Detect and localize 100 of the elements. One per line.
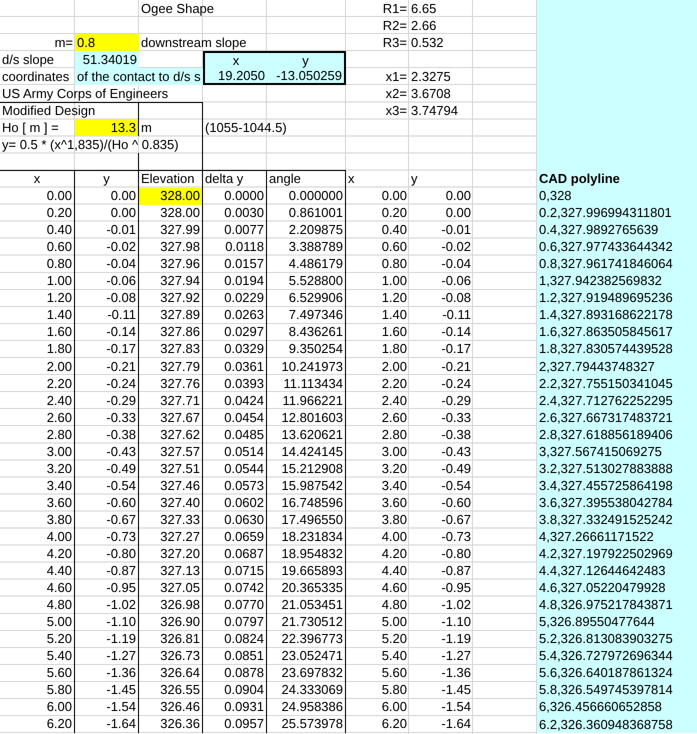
table-cell-text: -0.80 bbox=[440, 546, 472, 563]
table-cell-text: 3.40 bbox=[380, 477, 408, 494]
table-cell: -0.87 bbox=[75, 562, 139, 580]
polyline-cell-text: 0.6,327.977433644342 bbox=[538, 238, 674, 256]
polyline-cell-text: 4.2,327.197922502969 bbox=[538, 546, 674, 563]
table-cell: 326.81 bbox=[139, 630, 203, 648]
table-cell: 326.90 bbox=[139, 614, 203, 631]
table-cell-text: 0.00 bbox=[444, 188, 472, 205]
table-cell-text: -0.02 bbox=[440, 238, 472, 256]
label-text: coordinates bbox=[1, 68, 70, 86]
table-cell-text: 2.00 bbox=[380, 358, 408, 376]
table-cell-text: 2.60 bbox=[380, 409, 408, 426]
column-header: delta y bbox=[203, 170, 267, 188]
table-cell: 6.00 bbox=[0, 698, 75, 716]
table-cell-text: 6.00 bbox=[380, 698, 408, 716]
table-cell-text: -0.04 bbox=[440, 256, 472, 273]
table-cell-text: -0.17 bbox=[440, 340, 472, 358]
table-cell: 327.94 bbox=[139, 272, 203, 290]
table-cell: 0.0770 bbox=[203, 596, 267, 614]
table-cell-text: -1.54 bbox=[440, 698, 472, 716]
polyline-cell-text: 3.6,327.395538042784 bbox=[538, 494, 674, 512]
table-cell-text: 3.80 bbox=[380, 511, 408, 528]
table-cell: 4.40 bbox=[0, 562, 75, 580]
table-cell-text: -1.10 bbox=[440, 614, 472, 631]
polyline-cell-text: 1.6,327.863505845617 bbox=[538, 324, 674, 341]
table-cell: -0.02 bbox=[75, 238, 139, 256]
polyline-cell-text: 0.4,327.9892765639 bbox=[538, 222, 660, 239]
table-cell: 0.0361 bbox=[203, 358, 267, 376]
table-cell: 0.40 bbox=[0, 222, 75, 239]
table-cell-text: -1.27 bbox=[440, 648, 472, 665]
table-cell: 4.486179 bbox=[267, 256, 346, 273]
table-cell: 0.0030 bbox=[203, 204, 267, 222]
table-cell-text: -0.38 bbox=[440, 426, 472, 444]
table-cell: -1.10 bbox=[75, 614, 139, 631]
table-cell: 4.80 bbox=[0, 596, 75, 614]
table-cell: 328.00 bbox=[139, 188, 203, 205]
table-cell-text: 3.60 bbox=[380, 494, 408, 512]
table-cell: 19.665893 bbox=[267, 562, 346, 580]
column-header: y bbox=[75, 170, 139, 188]
table-cell: 24.333069 bbox=[267, 682, 346, 699]
table-cell: -1.36 bbox=[75, 664, 139, 682]
table-cell: 5.80 bbox=[0, 682, 75, 699]
table-cell: 0.0118 bbox=[203, 238, 267, 256]
table-cell: 1.40 bbox=[0, 306, 75, 324]
table-cell: -0.60 bbox=[75, 494, 139, 512]
table-cell: -1.64 bbox=[75, 716, 139, 734]
table-cell: 15.212908 bbox=[267, 460, 346, 478]
table-cell-text: -0.06 bbox=[440, 272, 472, 290]
table-cell: -1.02 bbox=[75, 596, 139, 614]
table-cell: 20.365335 bbox=[267, 580, 346, 597]
table-cell: 0.0715 bbox=[203, 562, 267, 580]
table-cell-text: 0.60 bbox=[380, 238, 408, 256]
table-cell: 327.89 bbox=[139, 306, 203, 324]
table-cell-text: 4.20 bbox=[380, 546, 408, 563]
table-cell: -0.04 bbox=[75, 256, 139, 273]
table-cell: 326.98 bbox=[139, 596, 203, 614]
table-cell-text: -0.08 bbox=[440, 290, 472, 307]
value-cell: -13.050259 bbox=[267, 68, 346, 86]
table-cell: 327.62 bbox=[139, 426, 203, 444]
value-text: 0.532 bbox=[410, 34, 445, 52]
table-cell: 1.00 bbox=[0, 272, 75, 290]
column-header: x bbox=[0, 170, 75, 188]
polyline-cell-text: 1,327.942382569832 bbox=[538, 272, 663, 290]
table-cell-text: 0.00 bbox=[444, 204, 472, 222]
table-cell: 9.350254 bbox=[267, 340, 346, 358]
table-cell: 0.0687 bbox=[203, 546, 267, 563]
table-cell: -0.24 bbox=[75, 375, 139, 392]
table-cell: -0.29 bbox=[75, 392, 139, 410]
table-cell: 327.86 bbox=[139, 324, 203, 341]
table-cell: 3.60 bbox=[0, 494, 75, 512]
table-cell: 0.0602 bbox=[203, 494, 267, 512]
table-cell: -1.19 bbox=[75, 630, 139, 648]
table-cell: 2.40 bbox=[0, 392, 75, 410]
table-cell: -0.73 bbox=[75, 528, 139, 546]
table-cell: 2.209875 bbox=[267, 222, 346, 239]
polyline-cell-text: 3.2,327.513027883888 bbox=[538, 460, 674, 478]
table-cell: 327.27 bbox=[139, 528, 203, 546]
table-cell-text: 1.00 bbox=[380, 272, 408, 290]
table-cell: 0.0485 bbox=[203, 426, 267, 444]
table-cell: -0.11 bbox=[75, 306, 139, 324]
table-cell: 2.80 bbox=[0, 426, 75, 444]
table-cell: 4.60 bbox=[0, 580, 75, 597]
polyline-cell-text: 2.4,327.712762252295 bbox=[538, 392, 674, 410]
table-cell: 0.0797 bbox=[203, 614, 267, 631]
table-cell: 23.697832 bbox=[267, 664, 346, 682]
table-cell: 16.748596 bbox=[267, 494, 346, 512]
unit-text: m bbox=[139, 119, 203, 136]
table-cell: 0.00 bbox=[75, 204, 139, 222]
table-cell: 3.80 bbox=[0, 511, 75, 528]
table-cell: 0.00 bbox=[0, 188, 75, 205]
table-cell: -0.14 bbox=[75, 324, 139, 341]
input-cell: 0.8 bbox=[75, 34, 139, 52]
table-cell: 24.958386 bbox=[267, 698, 346, 716]
table-cell: 327.57 bbox=[139, 443, 203, 460]
table-cell: 17.496550 bbox=[267, 511, 346, 528]
label-text: Ho [ m ] = bbox=[1, 119, 60, 136]
table-cell: 0.0630 bbox=[203, 511, 267, 528]
value-text: 3.6708 bbox=[410, 85, 452, 102]
value-text: 2.3275 bbox=[410, 68, 452, 86]
table-cell: 0.0573 bbox=[203, 477, 267, 494]
